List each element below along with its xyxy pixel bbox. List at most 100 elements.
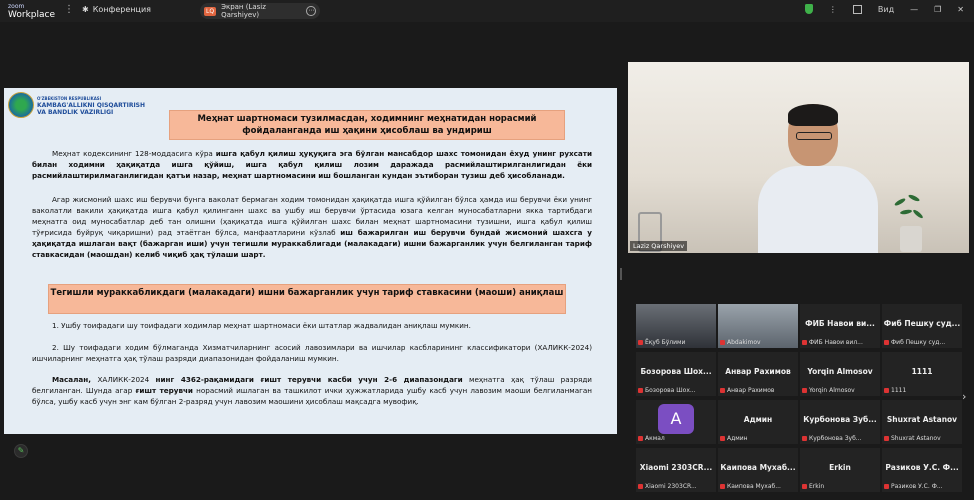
- participant-label-text: Разиков У.С. Ф...: [891, 483, 943, 490]
- participant-tile[interactable]: Ёқуб Бўлими: [636, 304, 716, 348]
- dots-icon[interactable]: ⋮: [829, 5, 837, 14]
- participant-tile[interactable]: Каипова Мухаб... Каипова Мухаб...: [718, 448, 798, 492]
- participant-name: Разиков У.С. Ф...: [885, 463, 959, 472]
- slide-subtitle: Тегишли мураккабликдаги (малакадаги) ишн…: [48, 284, 566, 314]
- participant-tile[interactable]: ФИБ Навои ви... ФИБ Навои вил...: [800, 304, 880, 348]
- participant-tile[interactable]: Анвар Рахимов Анвар Рахимов: [718, 352, 798, 396]
- participant-tile[interactable]: 1111 1111: [882, 352, 962, 396]
- muted-mic-icon: [802, 484, 807, 489]
- participant-tile[interactable]: Abdakimov: [718, 304, 798, 348]
- participant-name: Фиб Пешку суд...: [883, 319, 961, 328]
- participant-label-text: Анвар Рахимов: [727, 387, 775, 394]
- participant-label: Erkin: [802, 483, 824, 490]
- muted-mic-icon: [884, 340, 889, 345]
- muted-mic-icon: [638, 484, 643, 489]
- participant-name: Xiaomi 2303CR...: [639, 463, 713, 472]
- participant-label-text: 1111: [891, 387, 907, 394]
- participant-tile[interactable]: Shuxrat Astanov Shuxrat Astanov: [882, 400, 962, 444]
- muted-mic-icon: [638, 436, 643, 441]
- org-line2: KAMBAG'ALLIKNI QISQARTIRISH: [37, 101, 146, 109]
- edit-pencil-icon[interactable]: ✎: [14, 444, 28, 458]
- close-icon[interactable]: ✕: [957, 5, 964, 14]
- screen-share-label: Экран (Lasiz Qarshiyev): [221, 3, 266, 19]
- participant-label: Ёқуб Бўлими: [638, 339, 685, 346]
- participant-label-text: Xiaomi 2303CR...: [645, 483, 697, 490]
- participant-name: Yorqin Almosov: [807, 367, 873, 376]
- example-c: нинг 4362-рақамидаги ғишт терувчи касби …: [155, 375, 463, 384]
- participant-label: Курбонова Зуб...: [802, 435, 862, 442]
- participant-label-text: Shuxrat Astanov: [891, 435, 941, 442]
- muted-mic-icon: [720, 436, 725, 441]
- participant-label-text: ФИБ Навои вил...: [809, 339, 863, 346]
- participant-label: Акмал: [638, 435, 665, 442]
- org-line1: O'ZBEKISTON RESPUBLIKASI: [37, 95, 102, 101]
- participant-name: Админ: [743, 415, 773, 424]
- share-badge: LQ: [204, 6, 217, 16]
- participant-name: Бозорова Шох...: [640, 367, 712, 376]
- participant-tile[interactable]: Бозорова Шох... Бозорова Шох...: [636, 352, 716, 396]
- participant-tile[interactable]: Фиб Пешку суд... Фиб Пешку суд...: [882, 304, 962, 348]
- grid-view-icon[interactable]: [852, 4, 862, 14]
- speaker-name-tag: Laziz Qarshiyev: [630, 241, 688, 251]
- brand-line2: Workplace: [8, 10, 56, 20]
- muted-mic-icon: [884, 436, 889, 441]
- restore-icon[interactable]: ❐: [934, 5, 941, 14]
- zoom-logo: zoom Workplace: [8, 2, 55, 20]
- speaker-video[interactable]: Laziz Qarshiyev: [628, 62, 969, 253]
- participant-name: Каипова Мухаб...: [720, 463, 796, 472]
- splitter-handle[interactable]: [620, 268, 622, 280]
- ministry-logo: O'ZBEKISTON RESPUBLIKASI KAMBAG'ALLIKNI …: [8, 92, 145, 118]
- participant-label-text: Курбонова Зуб...: [809, 435, 862, 442]
- speaker-person: [758, 104, 878, 253]
- paragraph-2: Агар жисмоний шахс иш берувчи бунга вако…: [32, 194, 592, 260]
- paragraph-1: Меҳнат кодексининг 128-моддасига кўра иш…: [32, 148, 592, 181]
- participant-tile[interactable]: Erkin Erkin: [800, 448, 880, 492]
- participant-avatar: A: [658, 404, 694, 434]
- leaf: [899, 208, 913, 216]
- muted-mic-icon: [802, 436, 807, 441]
- muted-mic-icon: [802, 340, 807, 345]
- participant-label: Разиков У.С. Ф...: [884, 483, 943, 490]
- participant-tile[interactable]: A Акмал: [636, 400, 716, 444]
- more-menu-icon[interactable]: ⋮: [64, 4, 74, 15]
- participant-label: Бозорова Шох...: [638, 387, 696, 394]
- people-icon: ✱: [82, 5, 89, 14]
- screen-share-indicator[interactable]: LQ Экран (Lasiz Qarshiyev) ⋯: [200, 3, 320, 19]
- participant-tile[interactable]: Админ Админ: [718, 400, 798, 444]
- muted-mic-icon: [720, 388, 725, 393]
- plant-pot: [900, 226, 922, 252]
- window-controls: ⋮ Вид — ❐ ✕: [804, 4, 964, 14]
- list-item-2: 2. Шу тоифадаги ходим бўлмаганда Хизматч…: [32, 343, 592, 363]
- state-emblem-icon: [8, 92, 34, 118]
- next-page-arrow-icon[interactable]: ›: [962, 390, 966, 403]
- background-plant: [890, 190, 930, 253]
- security-shield-icon: [804, 4, 813, 14]
- para1-text: Меҳнат кодексининг 128-моддасига кўра: [52, 149, 216, 158]
- participant-label-text: Каипова Мухаб...: [727, 483, 781, 490]
- conference-button[interactable]: ✱ Конференция: [82, 5, 151, 14]
- speaker-hair: [788, 104, 838, 126]
- participant-label: Фиб Пешку суд...: [884, 339, 945, 346]
- participant-tile[interactable]: Разиков У.С. Ф... Разиков У.С. Ф...: [882, 448, 962, 492]
- participant-tile[interactable]: Yorqin Almosov Yorqin Almosov: [800, 352, 880, 396]
- participant-label-text: Yorqin Almosov: [809, 387, 855, 394]
- participant-name: Erkin: [829, 463, 851, 472]
- muted-mic-icon: [720, 340, 725, 345]
- participant-tile[interactable]: Xiaomi 2303CR... Xiaomi 2303CR...: [636, 448, 716, 492]
- participant-label-text: Админ: [727, 435, 748, 442]
- speaker-glasses: [796, 132, 832, 140]
- speaker-body: [758, 166, 878, 253]
- participant-label-text: Фиб Пешку суд...: [891, 339, 946, 346]
- share-options-icon[interactable]: ⋯: [306, 6, 316, 16]
- participant-label-text: Бозорова Шох...: [645, 387, 696, 394]
- org-name: O'ZBEKISTON RESPUBLIKASI KAMBAG'ALLIKNI …: [37, 95, 145, 116]
- participant-label: Анвар Рахимов: [720, 387, 774, 394]
- participant-tile[interactable]: Курбонова Зуб... Курбонова Зуб...: [800, 400, 880, 444]
- participant-label-text: Акмал: [645, 435, 665, 442]
- view-label[interactable]: Вид: [878, 5, 894, 14]
- muted-mic-icon: [638, 388, 643, 393]
- muted-mic-icon: [884, 388, 889, 393]
- minimize-icon[interactable]: —: [910, 5, 918, 14]
- participant-name: Курбонова Зуб...: [803, 415, 877, 424]
- muted-mic-icon: [884, 484, 889, 489]
